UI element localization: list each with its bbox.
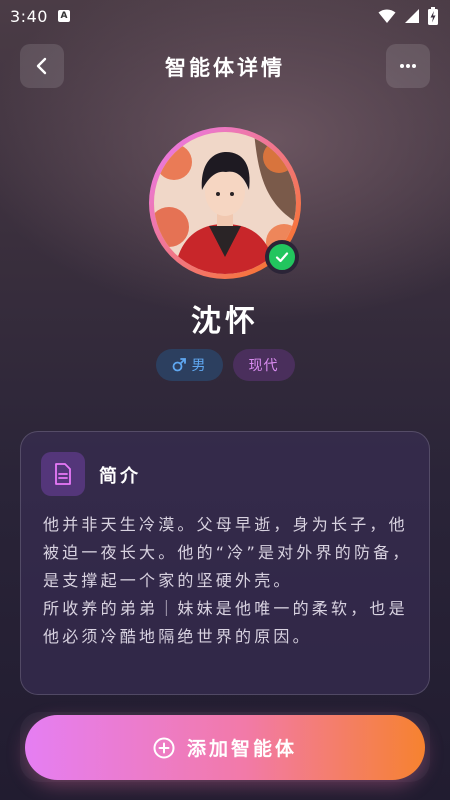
check-icon bbox=[275, 252, 289, 263]
era-tag-label: 现代 bbox=[248, 358, 279, 374]
agent-name: 沈怀 bbox=[191, 304, 259, 339]
page-title: 智能体详情 bbox=[165, 56, 285, 80]
verified-badge bbox=[265, 240, 299, 274]
header: 智能体详情 bbox=[0, 44, 450, 88]
male-icon bbox=[172, 358, 186, 372]
document-icon bbox=[55, 463, 71, 485]
intro-title: 简介 bbox=[99, 466, 141, 487]
intro-card: 简介 他并非天生冷漠。父母早逝，身为长子，他被迫一夜长大。他的“冷”是对外界的防… bbox=[20, 431, 430, 695]
battery-icon bbox=[428, 7, 438, 25]
add-agent-label: 添加智能体 bbox=[186, 738, 297, 760]
status-bar: 3:40 A bbox=[0, 0, 450, 32]
add-agent-button[interactable]: 添加智能体 bbox=[25, 715, 425, 780]
gender-tag-label: 男 bbox=[191, 358, 207, 374]
era-tag: 现代 bbox=[232, 349, 295, 381]
tag-list: 男 现代 bbox=[0, 349, 450, 381]
wifi-icon bbox=[378, 9, 396, 23]
status-time: 3:40 bbox=[10, 6, 48, 26]
more-button[interactable] bbox=[386, 44, 430, 88]
plus-circle-icon bbox=[153, 737, 175, 758]
intro-text: 他并非天生冷漠。父母早逝，身为长子，他被迫一夜长大。他的“冷”是对外界的防备，是… bbox=[43, 515, 412, 646]
signal-icon bbox=[405, 9, 419, 23]
avatar-container bbox=[149, 127, 301, 279]
intro-icon-box bbox=[41, 452, 85, 496]
notification-badge: A bbox=[57, 10, 70, 22]
more-dots-icon bbox=[400, 64, 416, 68]
gender-tag: 男 bbox=[155, 349, 223, 381]
